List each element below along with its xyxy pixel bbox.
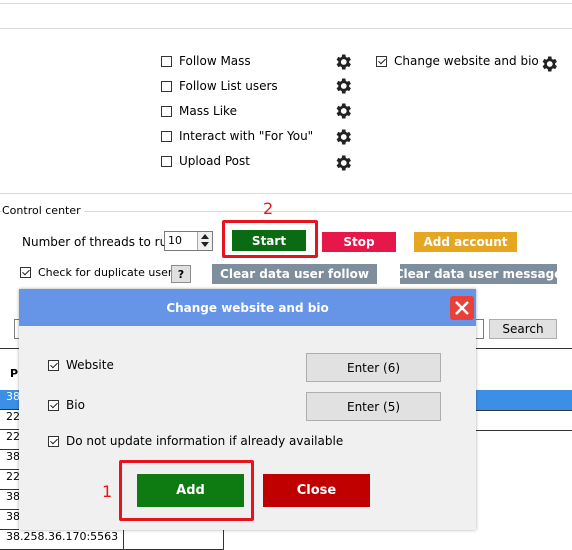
spin-down-icon[interactable]	[201, 242, 209, 247]
table-header-first: P	[10, 367, 19, 380]
stop-button[interactable]: Stop	[322, 232, 396, 252]
no-update-label: Do not update information if already ava…	[66, 434, 344, 448]
search-button[interactable]: Search	[489, 319, 557, 339]
table-row[interactable]: 22	[0, 430, 20, 450]
highlight-box-start	[222, 220, 318, 258]
upload-post-settings-gear-icon[interactable]	[333, 153, 353, 173]
threads-stepper[interactable]: 10	[164, 231, 213, 251]
table-row[interactable]: 38	[0, 390, 20, 410]
mass-like-settings-gear-icon[interactable]	[333, 101, 353, 121]
change-website-settings-gear-icon[interactable]	[539, 54, 559, 74]
clear-message-button[interactable]: Clear data user message	[395, 264, 562, 284]
follow-mass-settings-gear-icon[interactable]	[333, 52, 353, 72]
table-row-last[interactable]: 38.258.36.170:5563	[0, 530, 124, 550]
dialog-title: Change website and bio	[166, 300, 329, 315]
table-row[interactable]: 22	[0, 470, 20, 490]
annotation-2: 2	[263, 199, 274, 218]
table-row[interactable]: 38	[0, 490, 20, 510]
add-account-button[interactable]: Add account	[414, 232, 517, 252]
website-checkbox[interactable]	[48, 360, 59, 371]
website-label: Website	[66, 358, 114, 372]
table-rowline	[476, 410, 572, 411]
follow-list-users-label: Follow List users	[179, 79, 278, 93]
top-divider	[0, 3, 572, 4]
check-duplicate-label: Check for duplicate users	[38, 266, 179, 279]
close-x-icon	[455, 301, 469, 315]
spin-up-icon[interactable]	[201, 234, 209, 239]
threads-value: 10	[168, 234, 182, 247]
table-rowline	[476, 430, 572, 431]
dialog-close-button[interactable]	[450, 296, 474, 320]
top-divider-2	[0, 28, 572, 29]
threads-spin-buttons[interactable]	[197, 232, 212, 250]
upload-post-checkbox[interactable]	[161, 156, 172, 167]
mass-like-checkbox[interactable]	[161, 106, 172, 117]
change-website-bio-checkbox[interactable]	[376, 56, 387, 67]
follow-list-users-checkbox[interactable]	[161, 81, 172, 92]
clear-follow-button[interactable]: Clear data user follow	[212, 264, 377, 284]
follow-mass-label: Follow Mass	[179, 54, 251, 68]
bio-checkbox[interactable]	[48, 400, 59, 411]
bio-enter-button[interactable]: Enter (5)	[306, 392, 441, 421]
table-row[interactable]: 22	[0, 410, 20, 430]
check-duplicate-checkbox[interactable]	[20, 267, 31, 278]
mass-like-label: Mass Like	[179, 104, 237, 118]
control-center-border	[0, 211, 572, 212]
bio-label: Bio	[66, 398, 85, 412]
options-divider	[0, 193, 572, 194]
interact-settings-gear-icon[interactable]	[333, 127, 353, 147]
no-update-checkbox[interactable]	[48, 436, 59, 447]
table-row[interactable]: 38	[0, 450, 20, 470]
interact-for-you-checkbox[interactable]	[161, 131, 172, 142]
upload-post-label: Upload Post	[179, 154, 250, 168]
threads-label: Number of threads to run:	[22, 235, 179, 249]
interact-for-you-label: Interact with "For You"	[179, 129, 314, 143]
website-enter-button[interactable]: Enter (6)	[306, 353, 441, 382]
table-row[interactable]: 38	[0, 510, 20, 530]
change-website-bio-label: Change website and bio	[394, 54, 539, 68]
table-cell[interactable]	[124, 530, 224, 550]
follow-list-settings-gear-icon[interactable]	[333, 76, 353, 96]
follow-mass-checkbox[interactable]	[161, 56, 172, 67]
highlight-box-add	[119, 460, 254, 521]
annotation-1: 1	[102, 482, 113, 501]
control-center-title: Control center	[2, 204, 84, 217]
help-button[interactable]: ?	[171, 265, 191, 283]
close-button[interactable]: Close	[263, 474, 370, 507]
dialog-title-bar: Change website and bio	[19, 289, 476, 326]
